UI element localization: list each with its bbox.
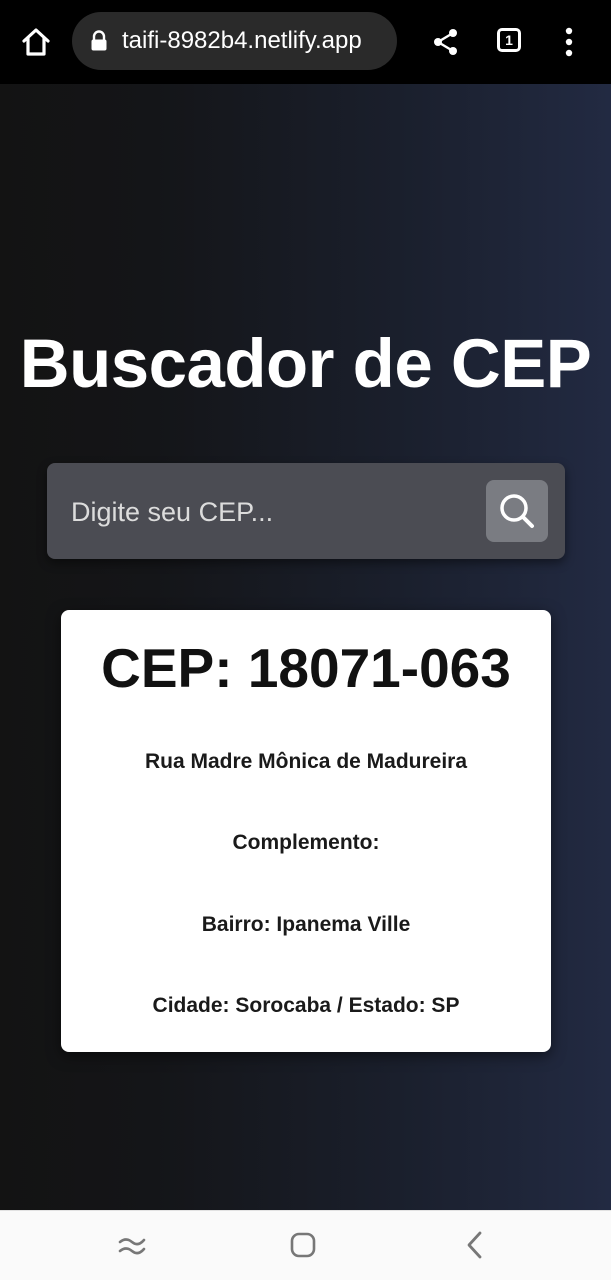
home-icon[interactable] xyxy=(289,1231,317,1259)
result-card: CEP: 18071-063 Rua Madre Mônica de Madur… xyxy=(61,610,551,1052)
neighborhood-text: Bairro: Ipanema Ville xyxy=(201,913,411,936)
page-title: Buscador de CEP xyxy=(19,325,592,402)
page-content: Buscador de CEP CEP: 18071-063 Rua Madre… xyxy=(0,84,611,1210)
city-state-text: Cidade: Sorocaba / Estado: SP xyxy=(152,994,460,1017)
system-nav-bar xyxy=(0,1210,611,1280)
search-icon xyxy=(500,494,534,528)
address-bar[interactable]: taifi-8982b4.netlify.app xyxy=(72,12,397,70)
share-icon[interactable] xyxy=(432,28,460,56)
search-input[interactable] xyxy=(69,481,473,543)
tabs-icon[interactable]: 1 xyxy=(497,28,521,52)
lock-icon xyxy=(91,30,107,51)
cep-heading: CEP: 18071-063 xyxy=(101,637,511,699)
browser-toolbar: taifi-8982b4.netlify.app 1 xyxy=(0,0,611,84)
street-text: Rua Madre Mônica de Madureira xyxy=(144,750,468,773)
home-icon[interactable] xyxy=(18,24,54,60)
search-container xyxy=(47,463,565,559)
recents-icon[interactable] xyxy=(116,1231,148,1259)
menu-icon[interactable] xyxy=(560,26,578,58)
url-text: taifi-8982b4.netlify.app xyxy=(122,27,362,54)
complement-text: Complemento: xyxy=(232,831,380,854)
tab-count: 1 xyxy=(505,32,513,48)
search-button[interactable] xyxy=(486,480,548,542)
back-icon[interactable] xyxy=(462,1229,488,1261)
